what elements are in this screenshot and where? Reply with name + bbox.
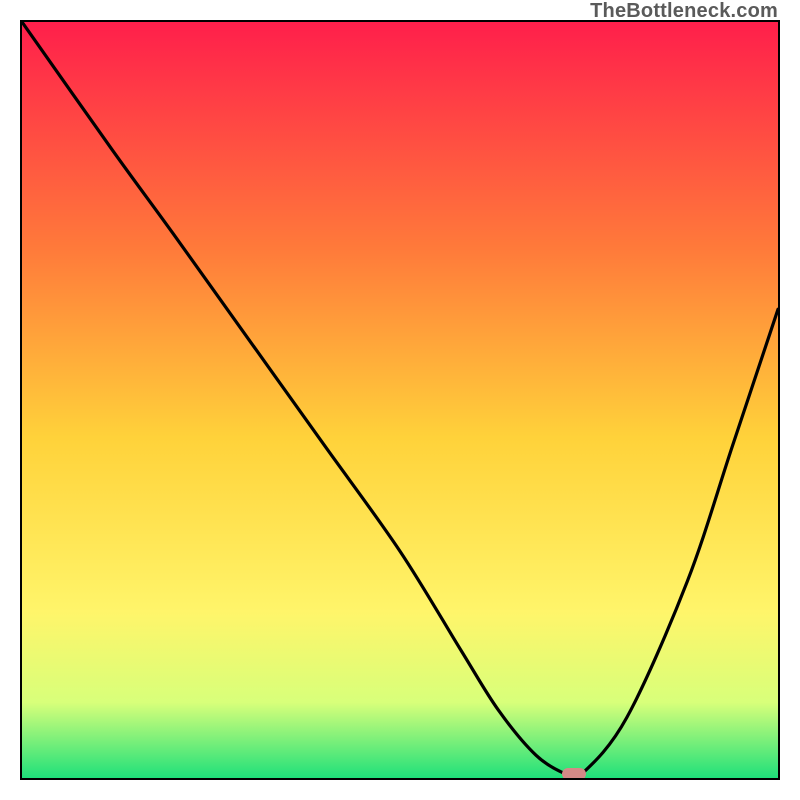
bottleneck-curve-path [22,22,778,778]
chart-curve-svg [22,22,778,778]
bottleneck-marker [562,768,586,780]
chart-frame [20,20,780,780]
